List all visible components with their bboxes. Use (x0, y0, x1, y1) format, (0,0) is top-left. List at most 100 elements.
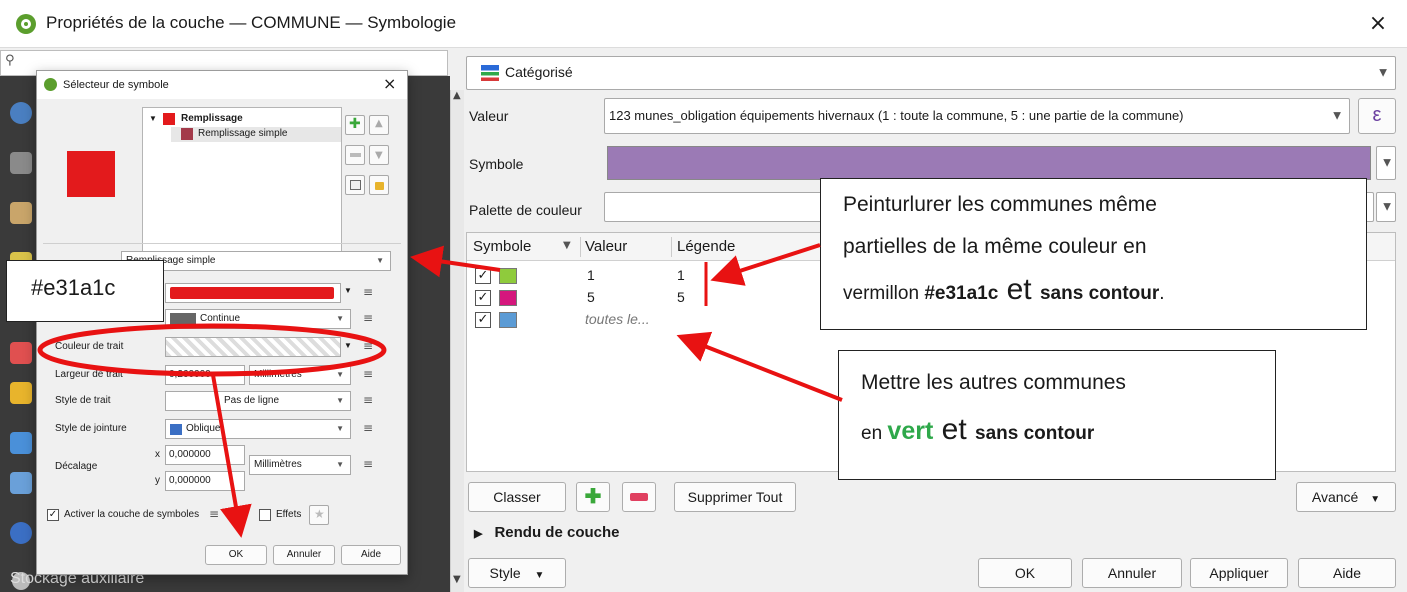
chevron-down-icon: ▼ (336, 370, 344, 379)
effects-label: Effets (276, 509, 302, 520)
row-checkbox[interactable]: ✓ (475, 312, 491, 328)
callout2-vert: vert (887, 417, 934, 445)
chevron-down-icon: ▼ (336, 424, 344, 433)
joins-icon[interactable] (10, 522, 32, 544)
column-divider (580, 237, 581, 257)
scroll-up-icon[interactable]: ▲ (453, 90, 461, 101)
delete-all-button[interactable]: Supprimer Tout (674, 482, 796, 512)
fill-swatch (163, 113, 175, 125)
dialog-close-button[interactable]: × (383, 74, 396, 93)
expression-button[interactable]: ε (1358, 98, 1396, 134)
source-icon[interactable] (10, 152, 32, 174)
chevron-down-icon: ▼ (534, 570, 545, 581)
sort-chevron-icon: ▼ (563, 240, 571, 251)
fill-color-button[interactable] (165, 283, 341, 303)
offset-x-label: x (155, 449, 160, 460)
move-down-button[interactable]: ▼ (369, 145, 389, 165)
column-legend[interactable]: Légende (677, 238, 735, 255)
data-defined-override-icon[interactable]: ≡ (363, 367, 373, 381)
offset-x-input[interactable]: 0,000000 (165, 445, 245, 465)
data-defined-override-icon[interactable]: ≡ (363, 457, 373, 471)
data-defined-override-icon[interactable]: ≡ (363, 393, 373, 407)
tree-parent-label[interactable]: Remplissage (181, 113, 243, 124)
symbol-color-button[interactable] (607, 146, 1371, 180)
symbology-icon[interactable] (10, 202, 32, 224)
fill-color-dropdown-icon[interactable]: ▼ (344, 286, 352, 295)
enable-layer-checkbox[interactable]: ✓ (47, 509, 59, 521)
fields-icon[interactable] (10, 432, 32, 454)
move-up-button[interactable]: ▲ (369, 115, 389, 135)
stroke-color-label: Couleur de trait (55, 341, 124, 352)
join-style-combo[interactable]: Oblique ▼ (165, 419, 351, 439)
dialog-cancel-button[interactable]: Annuler (273, 545, 335, 565)
symbol-swatch[interactable] (499, 312, 517, 328)
3d-view-icon[interactable] (10, 342, 32, 364)
cancel-button[interactable]: Annuler (1082, 558, 1182, 588)
style-label: Style (489, 565, 521, 581)
advanced-button[interactable]: Avancé ▼ (1296, 482, 1396, 512)
callout2-bold: sans contour (975, 423, 1095, 444)
stroke-color-dropdown-icon[interactable]: ▼ (344, 341, 352, 350)
stroke-width-input[interactable]: 0,260000 (165, 365, 245, 385)
renderer-type-combo[interactable]: Catégorisé ▼ (466, 56, 1396, 90)
offset-unit: Millimètres (254, 459, 302, 470)
apply-button[interactable]: Appliquer (1190, 558, 1288, 588)
data-defined-override-icon[interactable]: ≡ (363, 285, 373, 299)
row-checkbox[interactable]: ✓ (475, 290, 491, 306)
effects-checkbox[interactable] (259, 509, 271, 521)
close-window-button[interactable]: × (1363, 10, 1393, 38)
effects-star-button[interactable]: ★ (309, 505, 329, 525)
chevron-down-icon: ▼ (376, 256, 384, 265)
lock-color-button[interactable] (369, 175, 389, 195)
stroke-width-unit-combo[interactable]: Millimètres ▼ (249, 365, 351, 385)
symbol-layer-tree[interactable]: ▼ Remplissage Remplissage simple (142, 107, 342, 259)
row-checkbox[interactable]: ✓ (475, 268, 491, 284)
callout1-line3: vermillon #e31a1c et sans contour. (843, 273, 1165, 307)
offset-y-label: y (155, 475, 160, 486)
value-field-combo[interactable]: 123 munes_obligation équipements hiverna… (604, 98, 1350, 134)
left-scrollbar[interactable]: ▲ ▼ (450, 90, 464, 592)
scroll-down-icon[interactable]: ▼ (453, 574, 461, 585)
ramp-dropdown-button[interactable]: ▼ (1376, 192, 1396, 222)
classify-button[interactable]: Classer (468, 482, 566, 512)
offset-label: Décalage (55, 461, 98, 472)
ok-button[interactable]: OK (978, 558, 1072, 588)
stroke-style-value: Pas de ligne (224, 395, 280, 406)
symbol-dropdown-button[interactable]: ▼ (1376, 146, 1396, 180)
dialog-ok-button[interactable]: OK (205, 545, 267, 565)
form-icon[interactable] (10, 472, 32, 494)
data-defined-override-icon[interactable]: ≡ (363, 421, 373, 435)
add-category-button[interactable]: ✚ (576, 482, 610, 512)
tree-child-label[interactable]: Remplissage simple (198, 128, 287, 139)
callout2-line2: en vert et sans contour (861, 413, 1094, 447)
symbol-swatch[interactable] (499, 290, 517, 306)
delete-category-button[interactable] (622, 482, 656, 512)
plus-icon: ✚ (584, 486, 602, 508)
callout2-line1: Mettre les autres communes (861, 371, 1126, 394)
offset-unit-combo[interactable]: Millimètres ▼ (249, 455, 351, 475)
column-symbol[interactable]: Symbole (473, 238, 531, 255)
column-value[interactable]: Valeur (585, 238, 627, 255)
stroke-style-combo[interactable]: Pas de ligne ▼ (165, 391, 351, 411)
data-defined-override-icon[interactable]: ≡ (363, 311, 373, 325)
stroke-color-button[interactable] (165, 337, 341, 357)
info-icon[interactable] (10, 102, 32, 124)
categorized-icon (481, 65, 499, 81)
duplicate-layer-button[interactable] (345, 175, 365, 195)
data-defined-override-icon[interactable]: ≡ (209, 507, 219, 521)
instruction-callout-2: Mettre les autres communes en vert et sa… (838, 350, 1276, 480)
data-defined-override-icon[interactable]: ≡ (363, 339, 373, 353)
column-divider (671, 237, 672, 257)
layer-rendering-expander[interactable]: ▶ Rendu de couche (474, 524, 620, 541)
symbol-preview (67, 151, 115, 197)
offset-y-input[interactable]: 0,000000 (165, 471, 245, 491)
join-style-value: Oblique (186, 423, 221, 434)
fill-style-combo[interactable]: Continue ▼ (165, 309, 351, 329)
remove-layer-button[interactable] (345, 145, 365, 165)
dialog-help-button[interactable]: Aide (341, 545, 401, 565)
add-layer-button[interactable]: ✚ (345, 115, 365, 135)
help-button[interactable]: Aide (1298, 558, 1396, 588)
style-button[interactable]: Style ▼ (468, 558, 566, 588)
symbol-swatch[interactable] (499, 268, 517, 284)
diagram-icon[interactable] (10, 382, 32, 404)
